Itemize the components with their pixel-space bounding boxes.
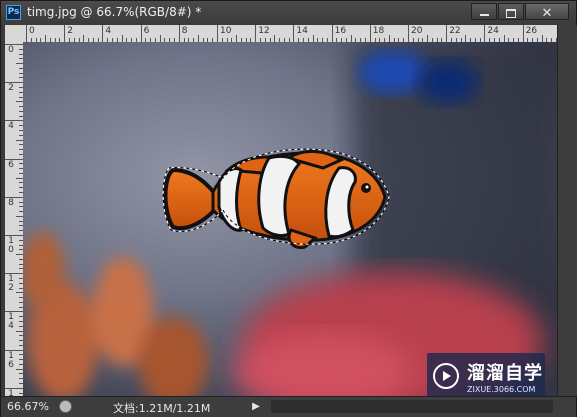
ruler-h-label: 12 bbox=[258, 26, 270, 36]
ruler-h-label: 24 bbox=[487, 26, 499, 36]
ruler-h-minor-tick bbox=[388, 35, 390, 42]
ruler-v-minor-tick bbox=[16, 139, 23, 141]
ruler-v-label: 6 bbox=[8, 159, 14, 170]
ruler-h-tick bbox=[178, 25, 180, 42]
vertical-ruler[interactable]: 024681012141618 bbox=[5, 42, 24, 396]
horizontal-ruler[interactable]: 0 2 4 6 8 10 12 14 16 18 20 22 24 26 bbox=[23, 25, 557, 43]
ruler-h-label: 14 bbox=[296, 26, 308, 36]
ruler-h-minor-tick bbox=[350, 35, 352, 42]
ruler-v-label: 14 bbox=[8, 312, 14, 332]
maximize-icon bbox=[506, 8, 516, 18]
ruler-origin[interactable] bbox=[5, 25, 24, 43]
ruler-h-label: 18 bbox=[372, 26, 385, 36]
ruler-h-tick bbox=[255, 25, 257, 42]
ruler-v-label: 16 bbox=[8, 350, 14, 370]
ruler-v-minor-tick bbox=[16, 177, 23, 179]
ruler-h-minor-tick bbox=[503, 35, 505, 42]
ruler-h-minor-tick bbox=[197, 35, 199, 42]
ruler-h-minor-tick bbox=[274, 35, 276, 42]
ruler-h-minor-tick bbox=[465, 35, 467, 42]
ruler-h-label: 2 bbox=[67, 26, 73, 36]
title-bar[interactable]: Ps timg.jpg @ 66.7%(RGB/8#) * ✕ bbox=[1, 1, 576, 25]
ruler-h-label: 4 bbox=[105, 26, 112, 36]
ruler-h-minor-tick bbox=[236, 35, 238, 42]
ruler-h-label: 8 bbox=[181, 26, 188, 36]
watermark-title: 溜溜自学 bbox=[467, 363, 543, 384]
ruler-v-minor-tick bbox=[16, 254, 23, 256]
ruler-h-tick bbox=[26, 25, 27, 42]
ruler-v-minor-tick bbox=[16, 63, 23, 65]
zoom-level-field[interactable]: 66.67% bbox=[7, 399, 49, 414]
minimize-icon bbox=[479, 14, 489, 16]
play-logo-icon bbox=[433, 363, 459, 389]
ruler-v-minor-tick bbox=[16, 215, 23, 217]
ruler-v-minor-tick bbox=[16, 292, 23, 294]
ruler-h-tick bbox=[217, 25, 218, 42]
ruler-v-label: 8 bbox=[8, 197, 14, 208]
ruler-h-minor-tick bbox=[541, 35, 543, 42]
status-info-icon[interactable] bbox=[59, 400, 72, 413]
document-size-info: 文档:1.21M/1.21M bbox=[113, 402, 211, 415]
ruler-h-tick bbox=[408, 25, 409, 42]
status-menu-arrow-icon[interactable]: ▶ bbox=[249, 399, 263, 414]
ruler-h-minor-tick bbox=[83, 35, 85, 42]
ruler-h-minor-tick bbox=[121, 35, 123, 42]
ruler-v-label: 2 bbox=[8, 83, 14, 94]
ruler-h-minor-tick bbox=[45, 35, 47, 42]
photo-image bbox=[23, 42, 557, 396]
ruler-v-label: 12 bbox=[8, 274, 14, 294]
ruler-h-tick bbox=[293, 25, 295, 42]
ruler-v-label: 10 bbox=[8, 236, 14, 255]
ruler-h-tick bbox=[484, 25, 486, 42]
ruler-h-label: 10 bbox=[220, 26, 232, 36]
ruler-h-tick bbox=[369, 25, 371, 42]
ruler-h-tick bbox=[446, 25, 448, 42]
ruler-h-label: 22 bbox=[449, 26, 461, 36]
photoshop-icon: Ps bbox=[6, 5, 21, 20]
ruler-h-tick bbox=[64, 25, 66, 42]
document-window: Ps timg.jpg @ 66.7%(RGB/8#) * ✕ 0 2 4 6 8 10 1… bbox=[0, 0, 577, 417]
close-button[interactable]: ✕ bbox=[525, 3, 569, 21]
minimize-button[interactable] bbox=[471, 3, 497, 20]
watermark-url: ZIXUE.3066.COM bbox=[467, 385, 536, 394]
ruler-h-label: 6 bbox=[143, 26, 150, 36]
ruler-h-tick bbox=[331, 25, 333, 42]
ruler-v-minor-tick bbox=[16, 330, 23, 332]
ruler-h-tick bbox=[102, 25, 104, 42]
ruler-v-label: 0 bbox=[8, 45, 14, 55]
document-title: timg.jpg @ 66.7%(RGB/8#) * bbox=[27, 5, 202, 19]
ruler-h-minor-tick bbox=[159, 35, 161, 42]
close-icon: ✕ bbox=[541, 6, 553, 21]
ruler-h-label: 0 bbox=[29, 26, 35, 36]
ruler-h-tick bbox=[140, 25, 142, 42]
ruler-h-label: 26 bbox=[525, 26, 538, 36]
ruler-h-tick bbox=[522, 25, 524, 42]
image-canvas[interactable] bbox=[23, 42, 557, 396]
ruler-v-minor-tick bbox=[16, 101, 23, 103]
status-bar: 66.67% 文档:1.21M/1.21M ▶ bbox=[1, 396, 576, 417]
maximize-button[interactable] bbox=[498, 3, 524, 20]
horizontal-scrollbar[interactable] bbox=[271, 400, 553, 413]
ruler-v-label: 4 bbox=[8, 121, 14, 132]
ruler-h-label: 20 bbox=[411, 26, 423, 36]
ruler-h-label: 16 bbox=[334, 26, 347, 36]
vertical-scrollbar[interactable] bbox=[557, 25, 577, 396]
ruler-v-minor-tick bbox=[16, 368, 23, 370]
ruler-h-minor-tick bbox=[312, 35, 314, 42]
ruler-h-minor-tick bbox=[427, 35, 429, 42]
